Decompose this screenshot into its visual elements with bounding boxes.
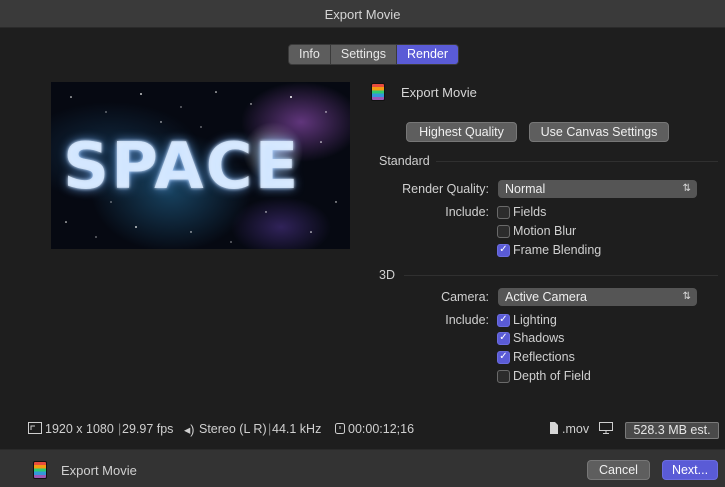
3d-include-label: Include: xyxy=(445,313,489,327)
speaker-icon: ◂) xyxy=(184,423,195,437)
duration-text: 00:00:12;16 xyxy=(348,422,415,436)
frame-blending-checkbox[interactable]: ✓ Frame Blending xyxy=(497,242,601,258)
motion-blur-checkbox[interactable]: Motion Blur xyxy=(497,223,576,239)
frame-blending-label: Frame Blending xyxy=(513,243,602,257)
separator: | xyxy=(118,422,122,436)
tab-settings[interactable]: Settings xyxy=(330,45,398,64)
checkbox-unchecked-icon xyxy=(497,369,510,383)
up-down-arrows-icon: ⇅ xyxy=(682,291,691,302)
file-size-estimate: 528.3 MB est. xyxy=(625,422,719,439)
divider xyxy=(436,161,718,162)
checkmark-icon: ✓ xyxy=(497,350,510,364)
resolution-icon xyxy=(28,422,42,436)
render-quality-popup[interactable]: Normal ⇅ xyxy=(498,180,697,198)
info-bar: 1920 x 1080 | 29.97 fps ◂) Stereo (L R) … xyxy=(0,418,725,442)
use-canvas-settings-button[interactable]: Use Canvas Settings xyxy=(529,122,669,142)
render-quality-label: Render Quality: xyxy=(402,182,489,196)
preview-thumbnail: SPACE xyxy=(51,82,350,249)
render-quality-value: Normal xyxy=(505,182,546,196)
fields-label: Fields xyxy=(513,205,547,219)
checkmark-icon: ✓ xyxy=(497,331,510,345)
title-bar: Export Movie xyxy=(0,0,725,28)
motion-blur-label: Motion Blur xyxy=(513,224,577,238)
divider xyxy=(404,275,718,276)
depth-of-field-label: Depth of Field xyxy=(513,369,591,383)
camera-value: Active Camera xyxy=(505,290,587,304)
preview-title-text: SPACE xyxy=(63,130,301,204)
lighting-checkbox[interactable]: ✓ Lighting xyxy=(497,312,557,328)
section-standard: Standard xyxy=(379,154,430,168)
camera-label: Camera: xyxy=(441,290,489,304)
camera-popup[interactable]: Active Camera ⇅ xyxy=(498,288,697,306)
section-3d: 3D xyxy=(379,268,395,282)
cancel-button[interactable]: Cancel xyxy=(587,460,650,480)
lighting-label: Lighting xyxy=(513,313,557,327)
standard-include-label: Include: xyxy=(445,205,489,219)
film-strip-icon xyxy=(33,461,47,479)
tab-bar: Info Settings Render xyxy=(288,44,460,65)
shadows-checkbox[interactable]: ✓ Shadows xyxy=(497,330,564,346)
reflections-label: Reflections xyxy=(513,350,575,364)
audio-text: Stereo (L R) xyxy=(199,422,267,436)
depth-of-field-checkbox[interactable]: Depth of Field xyxy=(497,368,591,384)
next-button[interactable]: Next... xyxy=(662,460,718,480)
timecode-icon xyxy=(334,422,346,436)
film-strip-icon xyxy=(371,83,385,101)
checkmark-icon: ✓ xyxy=(497,313,510,327)
up-down-arrows-icon: ⇅ xyxy=(682,183,691,194)
shadows-label: Shadows xyxy=(513,331,565,345)
fps-text: 29.97 fps xyxy=(122,422,174,436)
extension-text: .mov xyxy=(562,422,590,436)
tab-render[interactable]: Render xyxy=(397,45,459,64)
resolution-text: 1920 x 1080 xyxy=(45,422,114,436)
display-icon xyxy=(599,422,613,436)
footer-title: Export Movie xyxy=(61,463,137,478)
document-icon xyxy=(549,422,559,436)
export-header-title: Export Movie xyxy=(401,85,477,100)
tab-info[interactable]: Info xyxy=(289,45,331,64)
reflections-checkbox[interactable]: ✓ Reflections xyxy=(497,349,575,365)
window-title: Export Movie xyxy=(324,7,401,22)
highest-quality-button[interactable]: Highest Quality xyxy=(406,122,517,142)
fields-checkbox[interactable]: Fields xyxy=(497,204,546,220)
checkbox-unchecked-icon xyxy=(497,205,510,219)
checkmark-icon: ✓ xyxy=(497,243,510,257)
sample-rate-text: 44.1 kHz xyxy=(272,422,322,436)
separator: | xyxy=(268,422,272,436)
checkbox-unchecked-icon xyxy=(497,224,510,238)
